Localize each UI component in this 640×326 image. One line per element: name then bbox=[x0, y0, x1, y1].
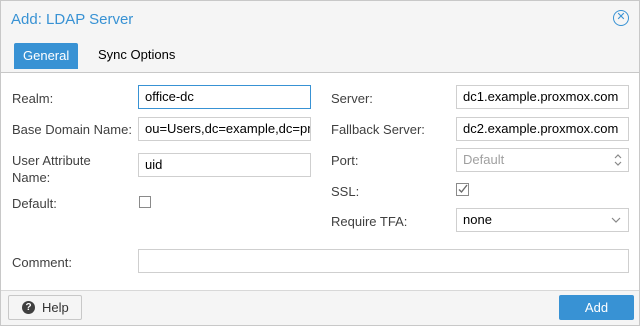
tab-general[interactable]: General bbox=[14, 43, 79, 69]
add-button[interactable]: Add bbox=[559, 295, 634, 320]
require-tfa-select[interactable]: none bbox=[456, 208, 629, 232]
tab-bar: General Sync Options bbox=[1, 37, 639, 73]
default-checkbox[interactable] bbox=[139, 196, 151, 208]
realm-label: Realm: bbox=[12, 91, 54, 106]
require-tfa-value: none bbox=[463, 212, 492, 227]
dialog-title: Add: LDAP Server bbox=[11, 11, 134, 28]
dialog-titlebar: Add: LDAP Server ✕ bbox=[1, 1, 639, 37]
chevron-down-icon bbox=[611, 217, 621, 223]
close-icon[interactable]: ✕ bbox=[613, 10, 629, 26]
tab-sync-options[interactable]: Sync Options bbox=[89, 43, 184, 67]
fallback-server-label: Fallback Server: bbox=[331, 122, 425, 137]
user-attribute-label-line1: User Attribute bbox=[12, 153, 91, 168]
spinner-arrows-icon[interactable] bbox=[613, 151, 623, 169]
general-form: Realm: office-dc Base Domain Name: ou=Us… bbox=[1, 73, 639, 290]
require-tfa-label: Require TFA: bbox=[331, 214, 408, 229]
dialog-footer: ? Help Add bbox=[1, 290, 639, 325]
user-attribute-label-line2: Name: bbox=[12, 170, 51, 185]
fallback-server-input[interactable]: dc2.example.proxmox.com bbox=[456, 117, 629, 141]
port-input[interactable]: Default bbox=[456, 148, 629, 172]
port-placeholder: Default bbox=[463, 152, 505, 167]
ssl-label: SSL: bbox=[331, 184, 360, 199]
question-icon: ? bbox=[22, 301, 35, 314]
comment-label: Comment: bbox=[12, 255, 72, 270]
add-ldap-server-dialog: Add: LDAP Server ✕ General Sync Options … bbox=[0, 0, 640, 326]
port-label: Port: bbox=[331, 153, 359, 168]
base-domain-label: Base Domain Name: bbox=[12, 122, 132, 137]
ssl-checkbox[interactable] bbox=[456, 182, 471, 197]
server-label: Server: bbox=[331, 91, 373, 106]
realm-input[interactable]: office-dc bbox=[138, 85, 311, 109]
help-button[interactable]: ? Help bbox=[8, 295, 82, 320]
server-input[interactable]: dc1.example.proxmox.com bbox=[456, 85, 629, 109]
base-domain-input[interactable]: ou=Users,dc=example,dc=proxmox bbox=[138, 117, 311, 141]
help-label: Help bbox=[42, 300, 69, 315]
comment-input[interactable] bbox=[138, 249, 629, 273]
user-attribute-input[interactable]: uid bbox=[138, 153, 311, 177]
default-label: Default: bbox=[12, 196, 57, 211]
